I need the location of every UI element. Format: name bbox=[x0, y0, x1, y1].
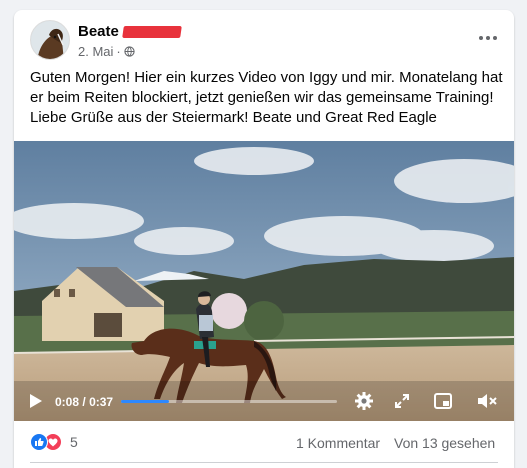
avatar-image bbox=[31, 21, 69, 59]
current-time: 0:08 bbox=[55, 395, 80, 409]
volume-muted-icon[interactable] bbox=[474, 390, 500, 412]
post-text: Guten Morgen! Hier ein kurzes Video von … bbox=[30, 69, 503, 126]
time-separator: / bbox=[82, 395, 86, 409]
comments-count[interactable]: 1 Kommentar bbox=[296, 435, 380, 451]
picture-in-picture-icon[interactable] bbox=[431, 390, 455, 412]
video-progress-fill bbox=[121, 400, 169, 403]
post-footer: 5 1 Kommentar Von 13 gesehen bbox=[14, 428, 514, 458]
post-date[interactable]: 2. Mai bbox=[78, 44, 113, 59]
video-player[interactable]: 0:08 / 0:37 bbox=[14, 141, 514, 421]
redaction-mark bbox=[122, 26, 182, 39]
fullscreen-icon[interactable] bbox=[390, 390, 414, 412]
post-card: Beate 2. Mai · Guten Morgen! Hier ein ku… bbox=[14, 10, 514, 468]
video-frame bbox=[14, 141, 514, 421]
video-progress-bar[interactable] bbox=[121, 400, 337, 403]
video-controls: 0:08 / 0:37 bbox=[14, 384, 514, 418]
like-icon bbox=[30, 433, 48, 451]
more-horizontal-icon[interactable] bbox=[476, 28, 500, 48]
avatar[interactable] bbox=[30, 20, 70, 60]
reactions-summary[interactable]: 5 bbox=[30, 433, 78, 451]
video-time: 0:08 / 0:37 bbox=[55, 395, 113, 409]
post-meta: 2. Mai · bbox=[78, 44, 135, 59]
duration: 0:37 bbox=[89, 395, 114, 409]
play-icon[interactable] bbox=[25, 390, 47, 412]
globe-icon[interactable] bbox=[124, 46, 135, 57]
gear-icon[interactable] bbox=[352, 390, 376, 412]
author-first-name[interactable]: Beate bbox=[78, 23, 119, 40]
reaction-count[interactable]: 5 bbox=[70, 434, 78, 450]
meta-separator: · bbox=[116, 44, 121, 59]
post-header: Beate 2. Mai · bbox=[14, 10, 514, 66]
author-name[interactable]: Beate bbox=[78, 23, 182, 40]
footer-divider bbox=[30, 462, 498, 463]
views-count: Von 13 gesehen bbox=[394, 435, 496, 451]
